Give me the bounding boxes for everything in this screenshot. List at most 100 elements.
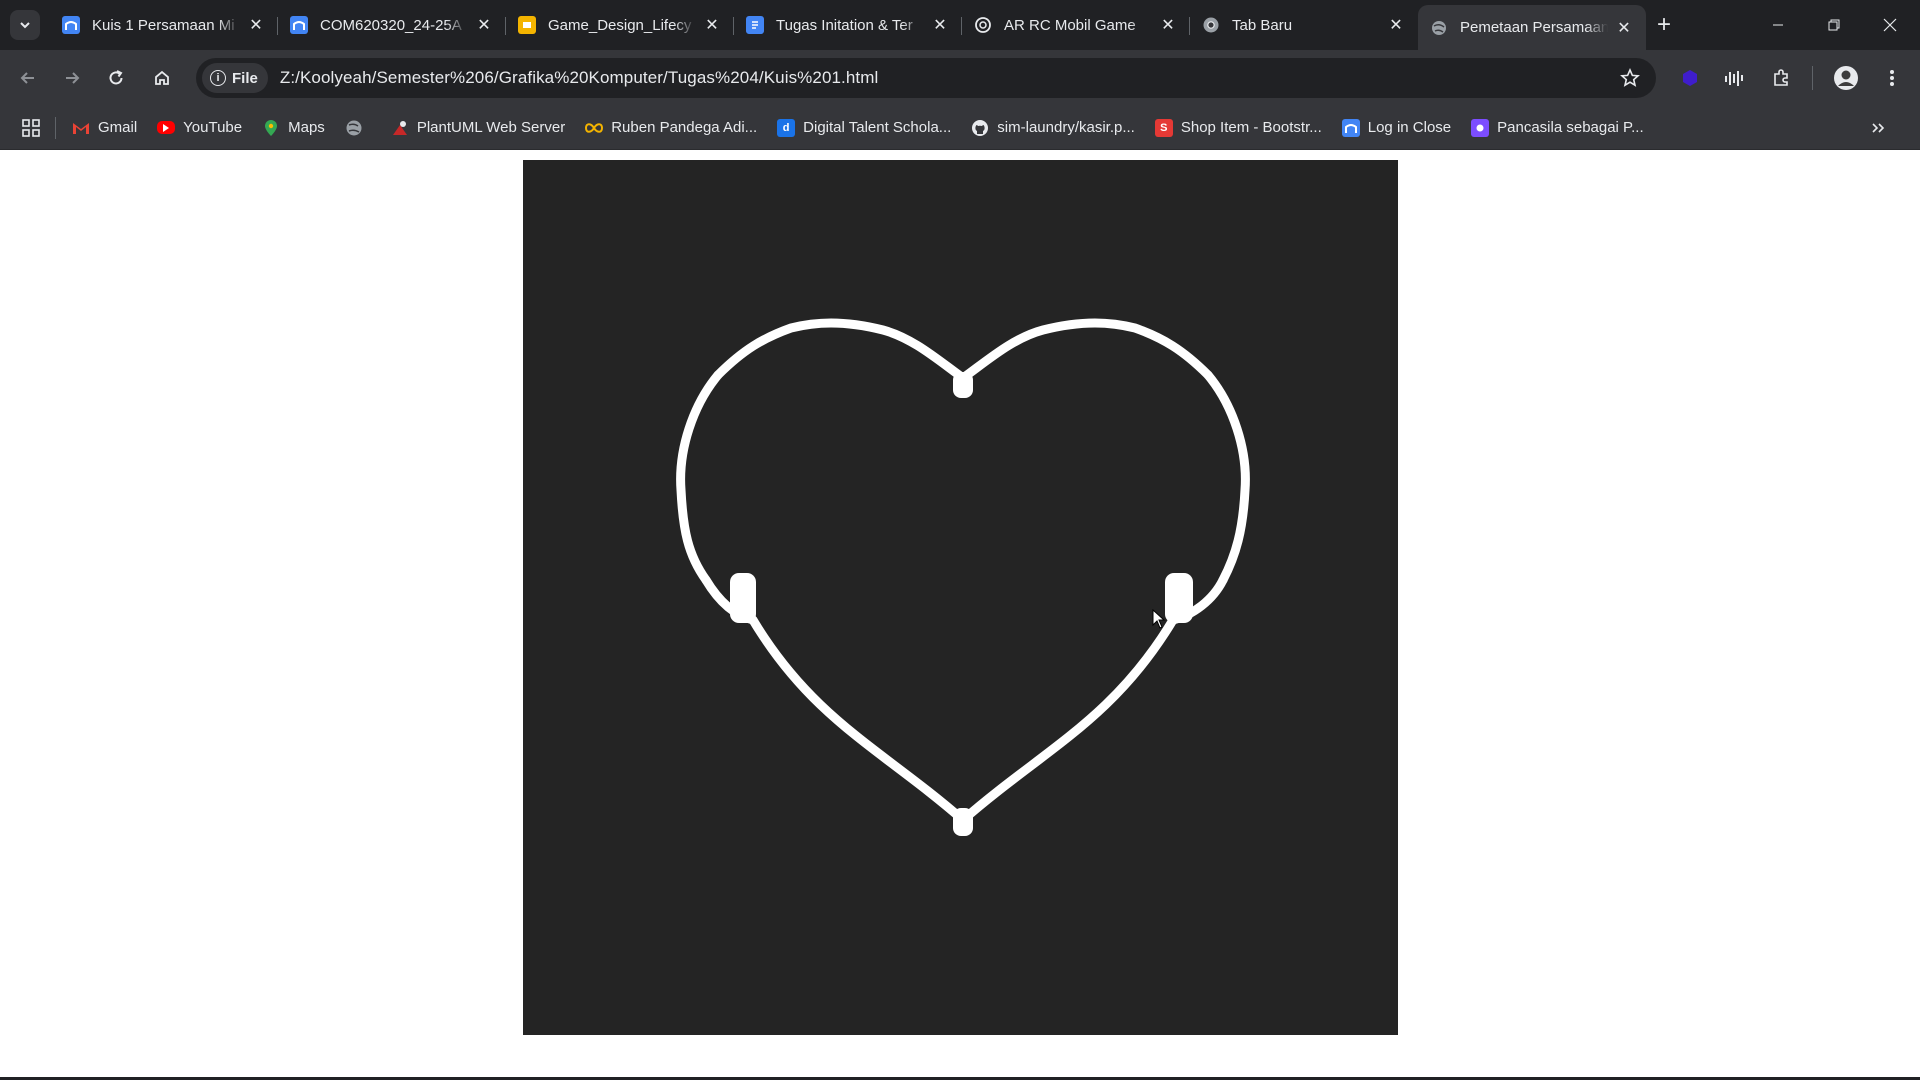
youtube-icon [157,121,176,134]
close-icon[interactable]: ✕ [1386,15,1406,35]
star-icon [1620,68,1640,87]
restore-button[interactable] [1806,0,1862,50]
heart-left-top-arc [713,318,968,383]
close-icon[interactable]: ✕ [474,15,494,35]
arrow-left-icon [20,72,34,84]
infinity-icon [585,119,604,137]
address-bar[interactable]: i File Z:/Koolyeah/Semester%206/Grafika%… [196,58,1656,98]
bookmark-github[interactable]: sim-laundry/kasir.p... [971,119,1135,137]
profile-button[interactable] [1830,62,1862,94]
minimize-button[interactable] [1750,0,1806,50]
moodle-icon [62,16,80,34]
tab-title: Tab Baru [1232,16,1293,34]
more-bookmarks-button[interactable] [1868,118,1888,138]
bookmark-ruben[interactable]: Ruben Pandega Adi... [585,119,757,137]
bookmark-plantuml[interactable]: PlantUML Web Server [391,119,565,137]
docs-icon [746,16,764,34]
bookmark-login-close[interactable]: Log in Close [1341,118,1451,137]
tab-title: COM620320_24-25A [320,16,462,34]
puzzle-icon [1774,69,1788,86]
bookmark-label: Maps [288,119,325,136]
tab-strip: Kuis 1 Persamaan Mi ✕ COM620320_24-25A ✕… [0,0,1920,50]
close-icon[interactable]: ✕ [930,15,950,35]
close-icon[interactable]: ✕ [702,15,722,35]
bookmarks-bar: Gmail YouTube Maps PlantUML Web Server R… [0,106,1920,150]
joint-top-center [953,372,973,398]
reload-icon [109,70,123,85]
tab-4[interactable]: AR RC Mobil Game ✕ [962,5,1190,45]
site-info-label: File [232,69,258,87]
browser-toolbar: i File Z:/Koolyeah/Semester%206/Grafika%… [0,50,1920,106]
bookmark-shop-item[interactable]: S Shop Item - Bootstr... [1154,118,1322,137]
minimize-icon [1773,24,1783,26]
slides-icon [518,16,536,34]
extension-button[interactable] [1719,62,1751,94]
toolbar-divider [1812,66,1813,90]
close-icon[interactable]: ✕ [1158,15,1178,35]
heart-right-top-arc [958,318,1213,383]
heart-right-bottom [958,615,1178,825]
dts-icon: d [777,118,796,137]
site-info-chip[interactable]: i File [202,63,268,93]
close-icon[interactable]: ✕ [1614,18,1634,38]
maps-icon [262,119,280,137]
chatgpt-icon [974,16,992,34]
bookmark-youtube[interactable]: YouTube [157,119,242,136]
joint-right [1165,573,1193,623]
extension-button[interactable] [1674,62,1706,94]
tab-title: Tugas Initation & Ter [776,16,913,34]
bookmark-maps[interactable]: Maps [262,119,325,137]
bookmark-label: Gmail [98,119,138,136]
globe-icon [345,119,363,137]
avatar-icon [1834,66,1858,90]
close-icon[interactable]: ✕ [246,15,266,35]
new-tab-button[interactable]: + [1650,11,1678,39]
bookmark-label: Digital Talent Schola... [803,119,952,136]
moodle-icon [290,16,308,34]
chevron-double-right-icon [1872,123,1885,133]
tab-6-active[interactable]: Pemetaan Persamaan ✕ [1418,5,1646,50]
close-window-button[interactable] [1862,0,1918,50]
back-button[interactable] [12,62,44,94]
bookmark-pancasila[interactable]: Pancasila sebagai P... [1471,118,1644,137]
more-vert-icon [1890,70,1894,86]
bookmark-star-button[interactable] [1618,66,1642,90]
plantuml-icon [391,119,409,137]
globe-icon [1430,19,1448,37]
bookmark-dts[interactable]: d Digital Talent Schola... [777,118,952,137]
heart-left-bottom [748,615,968,825]
tab-0[interactable]: Kuis 1 Persamaan Mi ✕ [50,5,278,45]
chevron-down-icon [20,22,30,29]
apps-grid-icon [22,118,40,137]
bookmark-label: YouTube [183,119,243,136]
restore-icon [1828,19,1840,31]
drawing-canvas [523,160,1398,1035]
close-icon [1883,18,1897,32]
tab-2[interactable]: Game_Design_Lifecy ✕ [506,5,734,45]
chrome-icon [1202,16,1220,34]
tab-5[interactable]: Tab Baru ✕ [1190,5,1418,45]
joint-left [730,573,756,623]
extensions-menu-button[interactable] [1765,62,1797,94]
apps-grid-button[interactable] [21,118,41,138]
tab-3[interactable]: Tugas Initation & Ter ✕ [734,5,962,45]
heart-right-side [1203,370,1250,585]
moodle-icon [1341,118,1360,137]
forward-button[interactable] [56,62,88,94]
url-text[interactable]: Z:/Koolyeah/Semester%206/Grafika%20Kompu… [280,68,879,88]
home-icon [155,70,169,85]
reload-button[interactable] [100,62,132,94]
web-icon [1471,118,1490,137]
tab-title: Kuis 1 Persamaan Mi [92,16,235,34]
bookmark-globe[interactable] [345,119,371,137]
tab-title: AR RC Mobil Game [1004,16,1136,34]
tab-search-button[interactable] [10,10,40,40]
home-button[interactable] [146,62,178,94]
bookmark-label: sim-laundry/kasir.p... [997,119,1135,136]
mouse-cursor-icon [1152,609,1166,629]
bookmark-gmail[interactable]: Gmail [72,119,137,137]
tab-1[interactable]: COM620320_24-25A ✕ [278,5,506,45]
browser-menu-button[interactable] [1876,62,1908,94]
audio-bars-icon [1725,71,1743,86]
tab-title: Pemetaan Persamaan [1460,19,1608,36]
